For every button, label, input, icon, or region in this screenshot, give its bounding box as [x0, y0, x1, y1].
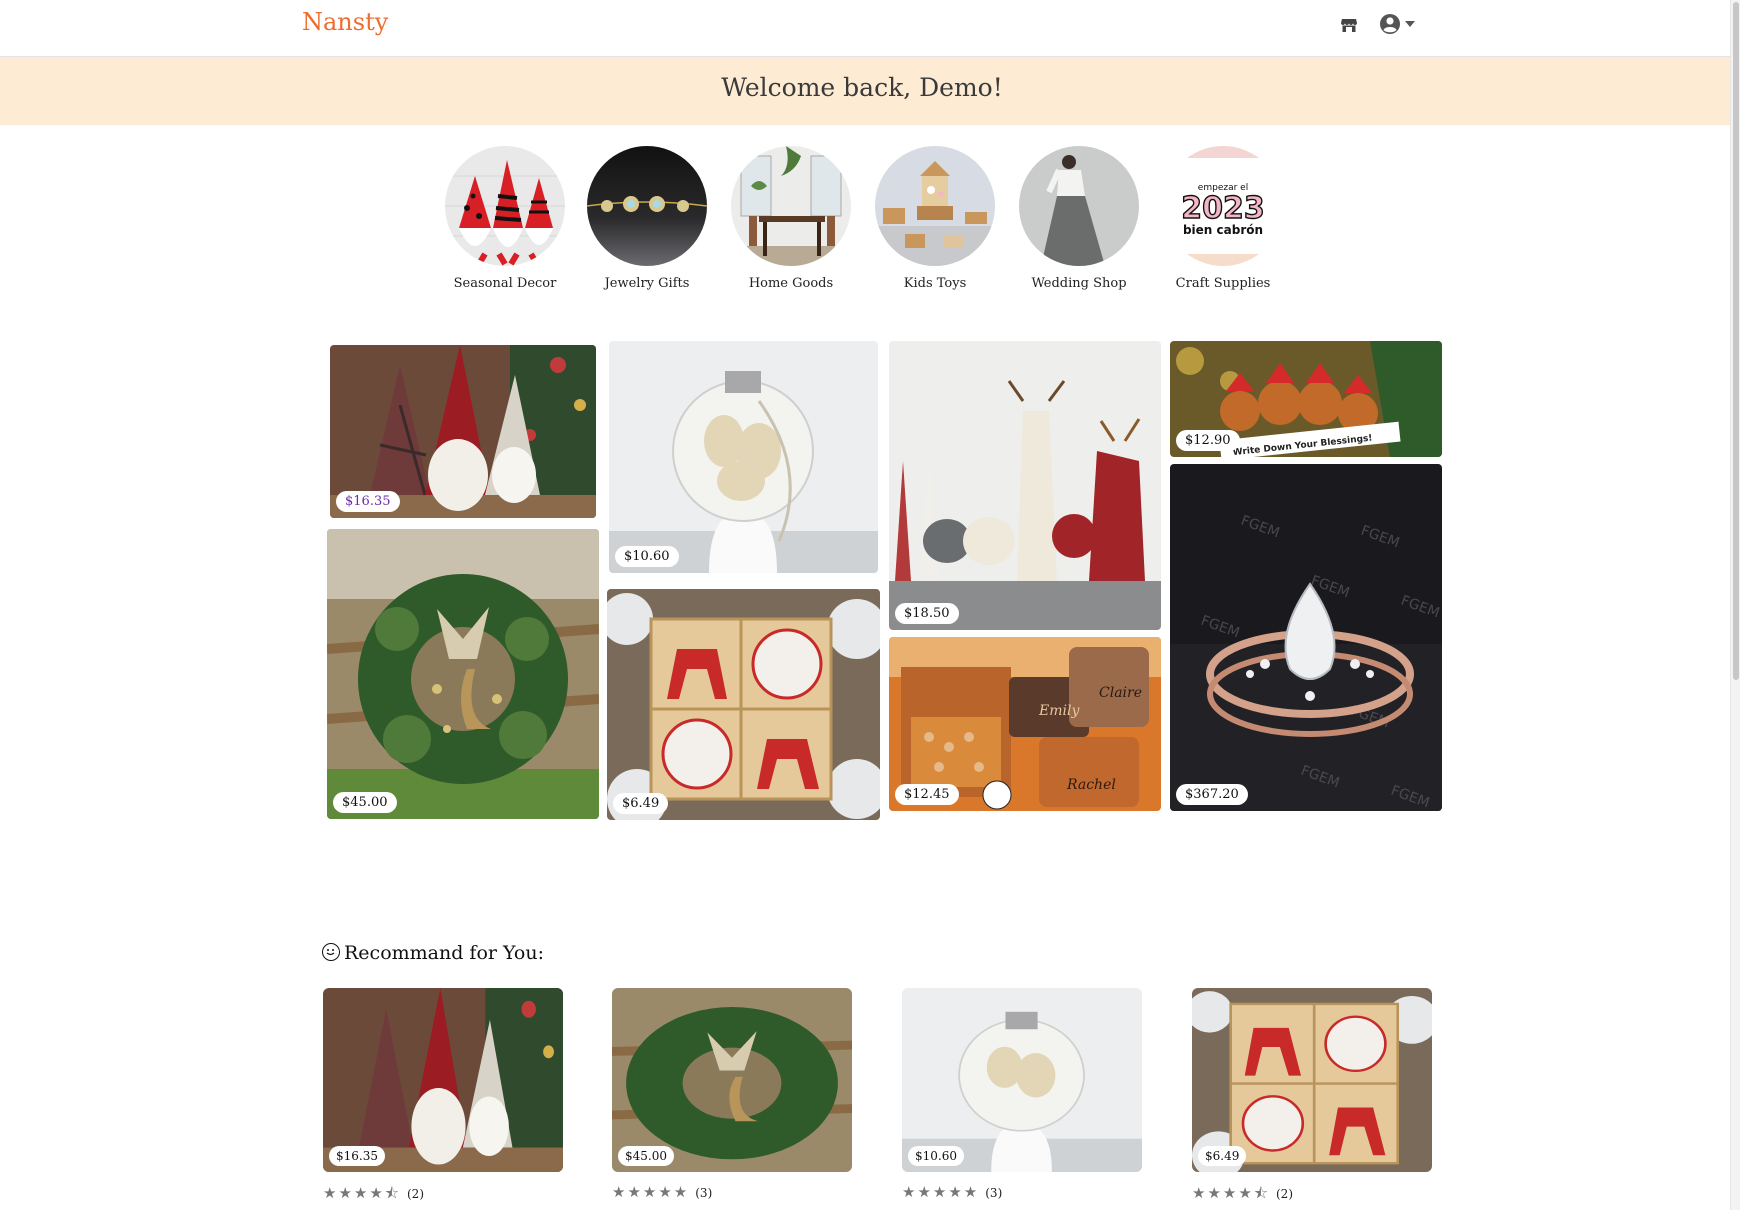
product-image[interactable]: $45.00: [612, 988, 852, 1172]
recommended-product-card[interactable]: $16.35 ★★★★⯪ (2): [323, 988, 563, 1202]
price-tag: $367.20: [1176, 784, 1248, 805]
svg-text:Claire: Claire: [1099, 685, 1142, 701]
category-jewelry-gifts[interactable]: Jewelry Gifts: [587, 146, 707, 291]
site-logo[interactable]: Nansty: [302, 8, 388, 36]
svg-text:2023: 2023: [1181, 191, 1265, 226]
stars-icon: ★★★★⯪: [323, 1184, 401, 1202]
stars-icon: ★★★★⯪: [1192, 1184, 1270, 1202]
category-craft-supplies[interactable]: empezar el 2023 bien cabrón Craft Suppli…: [1163, 146, 1283, 291]
store-icon[interactable]: [1340, 16, 1358, 34]
category-image: [731, 146, 851, 266]
category-label: Home Goods: [748, 276, 834, 291]
category-image: empezar el 2023 bien cabrón: [1163, 146, 1283, 266]
recommended-product-card[interactable]: $45.00 ★★★★★ (3): [612, 988, 852, 1201]
category-label: Wedding Shop: [1031, 276, 1127, 291]
svg-text:bien cabrón: bien cabrón: [1183, 223, 1263, 237]
price-tag: $12.90: [1176, 430, 1240, 451]
featured-product-felt-reindeer[interactable]: $18.50: [889, 341, 1161, 630]
top-nav-bar: Nansty: [0, 0, 1730, 57]
smiley-icon: [322, 943, 340, 961]
stars-icon: ★★★★★: [902, 1183, 980, 1201]
category-home-goods[interactable]: Home Goods: [731, 146, 851, 291]
scrollbar-thumb[interactable]: [1733, 2, 1739, 680]
featured-product-gnomes[interactable]: $16.35: [330, 345, 596, 518]
category-image: [875, 146, 995, 266]
category-image: [445, 146, 565, 266]
user-circle-icon: [1380, 14, 1415, 34]
review-count: (2): [407, 1187, 424, 1201]
svg-text:Emily: Emily: [1038, 703, 1080, 719]
category-label: Kids Toys: [903, 276, 967, 291]
price-tag: $16.35: [329, 1146, 385, 1166]
category-label: Jewelry Gifts: [604, 276, 690, 291]
welcome-banner: Welcome back, Demo!: [0, 57, 1730, 125]
category-label: Seasonal Decor: [453, 276, 557, 291]
price-tag: $16.35: [336, 491, 400, 512]
recommended-product-card[interactable]: $10.60 ★★★★★ (3): [902, 988, 1142, 1201]
category-kids-toys[interactable]: Kids Toys: [875, 146, 995, 291]
price-tag: $6.49: [613, 793, 669, 814]
account-menu[interactable]: [1380, 13, 1420, 35]
featured-product-ring[interactable]: FGEM FGEM FGEM FGEM FGEM FGEM FGEM FGEM …: [1170, 464, 1442, 811]
category-label: Craft Supplies: [1175, 276, 1271, 291]
category-wedding-shop[interactable]: Wedding Shop: [1019, 146, 1139, 291]
featured-product-ornament[interactable]: $10.60: [609, 341, 878, 573]
price-tag: $12.45: [895, 784, 959, 805]
product-image[interactable]: $16.35: [323, 988, 563, 1172]
price-tag: $18.50: [895, 603, 959, 624]
page-scrollbar[interactable]: [1730, 0, 1740, 1210]
svg-text:Rachel: Rachel: [1066, 777, 1116, 793]
featured-product-reindeer-ornaments[interactable]: $6.49: [607, 589, 880, 820]
category-seasonal-decor[interactable]: Seasonal Decor: [445, 146, 565, 291]
star-rating: ★★★★★ (3): [902, 1183, 1002, 1201]
recommended-product-card[interactable]: $6.49 ★★★★⯪ (2): [1192, 988, 1432, 1202]
featured-product-reindeer-family[interactable]: Write Down Your Blessings! $12.90: [1170, 341, 1442, 457]
product-image[interactable]: $6.49: [1192, 988, 1432, 1172]
star-rating: ★★★★★ (3): [612, 1183, 712, 1201]
category-image: [587, 146, 707, 266]
stars-icon: ★★★★★: [612, 1183, 690, 1201]
product-image[interactable]: $10.60: [902, 988, 1142, 1172]
featured-product-jewelry-boxes[interactable]: Emily Claire Rachel $12.45: [889, 637, 1161, 811]
review-count: (3): [695, 1186, 713, 1200]
recommend-heading: Recommand for You:: [322, 942, 544, 964]
price-tag: $45.00: [333, 792, 397, 813]
welcome-message: Welcome back, Demo!: [721, 73, 1003, 102]
recommend-title: Recommand for You:: [344, 942, 544, 964]
featured-product-wreath[interactable]: $45.00: [327, 529, 599, 819]
review-count: (3): [985, 1186, 1003, 1200]
category-image: [1019, 146, 1139, 266]
price-tag: $10.60: [615, 546, 679, 567]
price-tag: $45.00: [618, 1146, 674, 1166]
star-rating: ★★★★⯪ (2): [323, 1183, 424, 1208]
price-tag: $10.60: [908, 1146, 964, 1166]
star-rating: ★★★★⯪ (2): [1192, 1183, 1293, 1208]
review-count: (2): [1276, 1187, 1293, 1201]
price-tag: $6.49: [1198, 1146, 1247, 1166]
